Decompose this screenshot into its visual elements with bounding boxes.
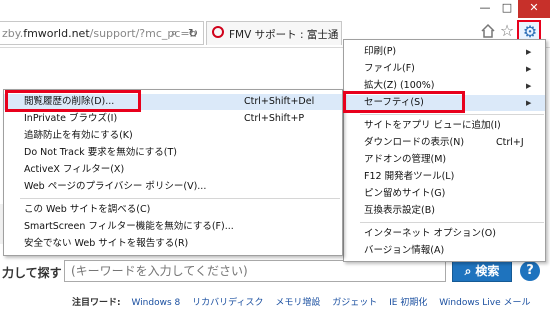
menu-item-pinned-sites[interactable]: ピン留めサイト(G) xyxy=(344,186,545,202)
search-icon: ⌕ xyxy=(464,264,472,278)
keywords-label: 注目ワード: xyxy=(72,298,121,308)
help-icon[interactable]: ? xyxy=(520,261,540,281)
favorites-star-icon[interactable]: ☆ xyxy=(498,22,516,40)
refresh-icon[interactable]: ↻ xyxy=(188,26,202,40)
fujitsu-favicon-icon xyxy=(212,26,224,38)
search-button-label: 検索 xyxy=(475,264,500,278)
menu-item-activex-filter[interactable]: ActiveX フィルター(X) xyxy=(4,162,342,178)
chevron-right-icon: ▶ xyxy=(526,99,532,107)
keyword-link[interactable]: リカバリディスク xyxy=(192,298,263,308)
menu-item-safety[interactable]: セーフティ(S) ▶ xyxy=(344,95,545,111)
menu-item-print[interactable]: 印刷(P) ▶ xyxy=(344,44,545,60)
keyword-input[interactable] xyxy=(64,260,446,282)
menu-separator xyxy=(20,198,340,199)
menu-item-file[interactable]: ファイル(F) ▶ xyxy=(344,61,545,77)
menu-item-internet-options[interactable]: インターネット オプション(O) xyxy=(344,226,545,242)
address-search-icon[interactable]: ⌕ xyxy=(171,26,185,40)
menu-item-report-unsafe-site[interactable]: 安全でない Web サイトを報告する(R) xyxy=(4,236,342,252)
close-window-button[interactable]: ✕ xyxy=(518,0,550,18)
menu-item-f12-tools[interactable]: F12 開発者ツール(L) xyxy=(344,169,545,185)
keyword-link[interactable]: ガジェット xyxy=(332,298,377,308)
menu-item-privacy-policy[interactable]: Web ページのプライバシー ポリシー(V)... xyxy=(4,179,342,195)
tab-title: FMV サポート : 富士通 xyxy=(229,29,339,41)
address-url[interactable]: zby.fmworld.net/support/?mc_pc=n xyxy=(2,27,197,40)
menu-item-delete-history[interactable]: 閲覧履歴の削除(D)... Ctrl+Shift+Del xyxy=(4,94,342,110)
safety-submenu: 閲覧履歴の削除(D)... Ctrl+Shift+Del InPrivate ブラ… xyxy=(3,89,343,256)
menu-item-compatibility-view[interactable]: 互換表示設定(B) xyxy=(344,203,545,219)
chevron-right-icon: ▶ xyxy=(526,82,532,90)
menu-item-smartscreen[interactable]: SmartScreen フィルター機能を無効にする(F)... xyxy=(4,219,342,235)
menu-separator xyxy=(360,222,544,223)
menu-item-zoom[interactable]: 拡大(Z) (100%) ▶ xyxy=(344,78,545,94)
menu-item-tracking-protection[interactable]: 追跡防止を有効にする(K) xyxy=(4,128,342,144)
chevron-right-icon: ▶ xyxy=(526,48,532,56)
menu-item-inprivate[interactable]: InPrivate ブラウズ(I) Ctrl+Shift+P xyxy=(4,111,342,127)
keyword-link[interactable]: Windows Live メール xyxy=(439,298,530,308)
search-button[interactable]: ⌕ 検索 xyxy=(452,260,512,282)
featured-keywords: 注目ワード: Windows 8 リカバリディスク メモリ増設 ガジェット IE… xyxy=(72,295,540,308)
search-label: 力して探す xyxy=(2,266,62,280)
home-icon[interactable] xyxy=(479,22,497,40)
menu-item-check-site[interactable]: この Web サイトを調べる(C) xyxy=(4,202,342,218)
menu-separator xyxy=(360,114,544,115)
minimize-button[interactable]: — xyxy=(474,0,496,18)
search-row: 力して探す ⌕検索 ? xyxy=(0,260,550,284)
keyword-link[interactable]: IE 初期化 xyxy=(389,298,427,308)
browser-tab[interactable]: FMV サポート : 富士通 xyxy=(206,21,342,45)
keyword-link[interactable]: メモリ増設 xyxy=(275,298,320,308)
maximize-button[interactable]: □ xyxy=(496,0,518,18)
tools-menu: 印刷(P) ▶ ファイル(F) ▶ 拡大(Z) (100%) ▶ セーフティ(S) ▶ … xyxy=(343,39,546,262)
menu-item-add-to-apps-view[interactable]: サイトをアプリ ビューに追加(I) xyxy=(344,118,545,134)
chevron-right-icon: ▶ xyxy=(526,65,532,73)
menu-item-do-not-track[interactable]: Do Not Track 要求を無効にする(T) xyxy=(4,145,342,161)
keyword-link[interactable]: Windows 8 xyxy=(131,298,180,308)
address-bar[interactable]: zby.fmworld.net/support/?mc_pc=n ⌕ ↻ xyxy=(0,21,204,45)
menu-item-manage-addons[interactable]: アドオンの管理(M) xyxy=(344,152,545,168)
menu-item-view-downloads[interactable]: ダウンロードの表示(N) Ctrl+J xyxy=(344,135,545,151)
menu-item-about[interactable]: バージョン情報(A) xyxy=(344,243,545,259)
title-bar: — □ ✕ xyxy=(0,0,550,18)
